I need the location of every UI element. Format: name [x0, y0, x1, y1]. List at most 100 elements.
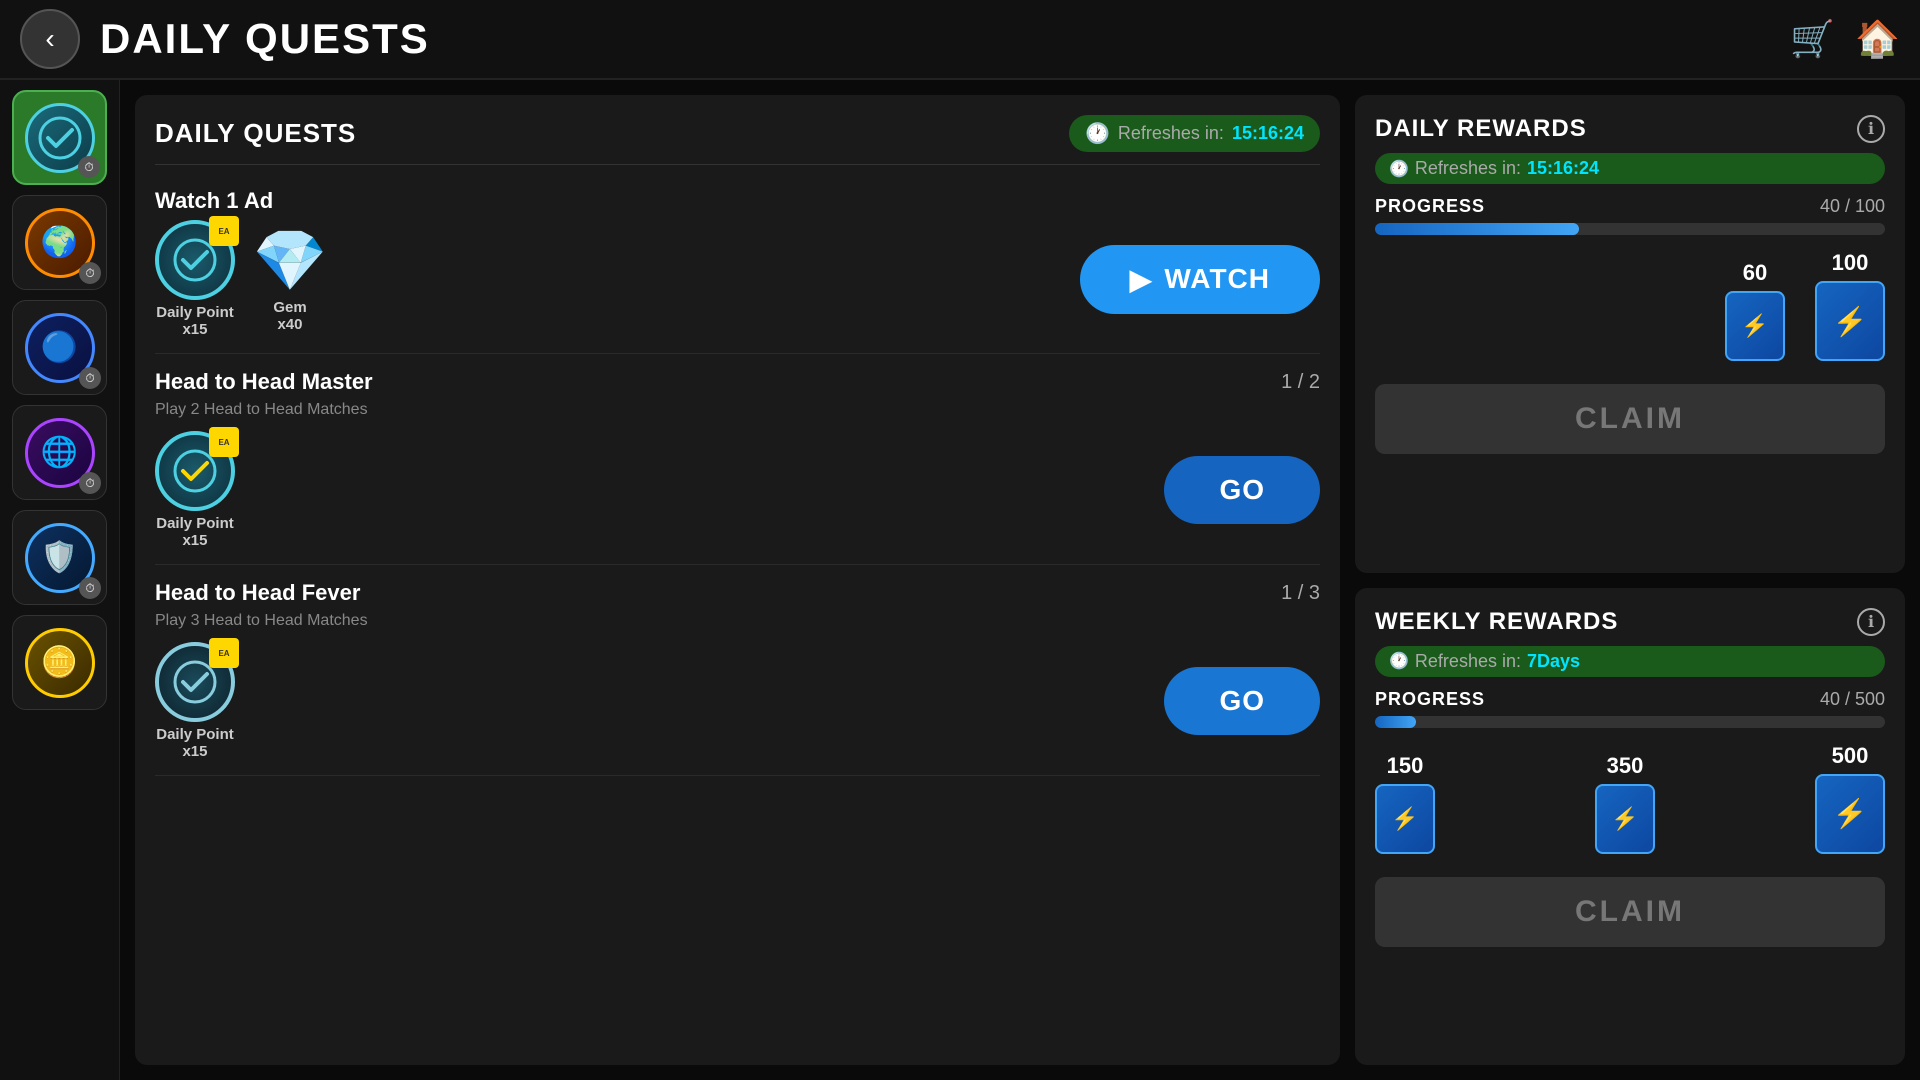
header-icons: 🛒 🏠: [1790, 18, 1900, 60]
sidebar-item-orange[interactable]: 🌍 ⏱: [12, 195, 107, 290]
quest-h2h-fever-rewards-row: EA Daily Pointx15 GO: [155, 642, 1320, 760]
reward-daily-point-3: EA Daily Pointx15: [155, 642, 235, 760]
daily-refresh-time: 15:16:24: [1527, 158, 1599, 179]
daily-refresh-label: Refreshes in:: [1415, 158, 1521, 179]
daily-rewards-refresh: 🕐 Refreshes in: 15:16:24: [1375, 153, 1885, 184]
weekly-milestone-150-label: 150: [1387, 753, 1424, 779]
daily-rewards-panel: DAILY REWARDS ℹ 🕐 Refreshes in: 15:16:24…: [1355, 95, 1905, 573]
sidebar: ⏱ 🌍 ⏱ 🔵 ⏱ 🌐 ⏱ 🛡️ ⏱ 🪙: [0, 80, 120, 1080]
quest-watch-name: Watch 1 Ad: [155, 188, 273, 214]
sidebar-item-shield[interactable]: 🛡️ ⏱: [12, 510, 107, 605]
quests-refresh-label: Refreshes in:: [1118, 123, 1224, 144]
quest-h2h-fever-name: Head to Head Fever: [155, 580, 360, 606]
weekly-clock-icon: 🕐: [1389, 651, 1409, 671]
daily-progress-bar-fill: [1375, 223, 1579, 235]
daily-pack-icon-100: [1815, 281, 1885, 361]
quests-refresh-badge: 🕐 Refreshes in: 15:16:24: [1069, 115, 1320, 152]
reward-label-gem1: Gemx40: [273, 299, 306, 333]
weekly-milestone-350-label: 350: [1607, 753, 1644, 779]
daily-rewards-header: DAILY REWARDS ℹ: [1375, 115, 1885, 143]
weekly-refresh-label: Refreshes in:: [1415, 651, 1521, 672]
quest-watch-header: Watch 1 Ad: [155, 188, 1320, 214]
quests-badge: ⏱: [78, 156, 100, 178]
weekly-rewards-header: WEEKLY REWARDS ℹ: [1375, 608, 1885, 636]
weekly-pack-icon-500: [1815, 774, 1885, 854]
weekly-progress-label: PROGRESS: [1375, 689, 1485, 710]
main-layout: ⏱ 🌍 ⏱ 🔵 ⏱ 🌐 ⏱ 🛡️ ⏱ 🪙: [0, 80, 1920, 1080]
weekly-claim-button[interactable]: CLAIM: [1375, 877, 1885, 947]
rewards-sidebar: DAILY REWARDS ℹ 🕐 Refreshes in: 15:16:24…: [1355, 95, 1905, 1065]
quest-h2h-master-desc: Play 2 Head to Head Matches: [155, 401, 1320, 419]
weekly-rewards-refresh: 🕐 Refreshes in: 7Days: [1375, 646, 1885, 677]
home-icon[interactable]: 🏠: [1855, 18, 1900, 60]
weekly-rewards-panel: WEEKLY REWARDS ℹ 🕐 Refreshes in: 7Days P…: [1355, 588, 1905, 1066]
reward-label-dp1: Daily Pointx15: [156, 304, 234, 338]
header: ‹ DAILY QUESTS 🛒 🏠: [0, 0, 1920, 80]
gold-badge-1: EA: [209, 216, 239, 246]
shield-badge: ⏱: [79, 577, 101, 599]
quests-panel-title: DAILY QUESTS: [155, 118, 356, 149]
sidebar-item-purple[interactable]: 🌐 ⏱: [12, 405, 107, 500]
daily-rewards-info-icon[interactable]: ℹ: [1857, 115, 1885, 143]
daily-progress-label-row: PROGRESS 40 / 100: [1375, 196, 1885, 217]
sidebar-item-coin[interactable]: 🪙: [12, 615, 107, 710]
weekly-progress-bar-bg: [1375, 716, 1885, 728]
weekly-progress-count: 40 / 500: [1820, 689, 1885, 710]
quest-watch-rewards-row: EA Daily Pointx15 💎 Gemx40 ▶ WATCH: [155, 220, 1320, 338]
coin-icon: 🪙: [25, 628, 95, 698]
cart-icon[interactable]: 🛒: [1790, 18, 1835, 60]
go-button-h2h-fever[interactable]: GO: [1164, 667, 1320, 735]
watch-button-label: WATCH: [1164, 263, 1270, 295]
blue-badge: ⏱: [79, 367, 101, 389]
sidebar-item-blue[interactable]: 🔵 ⏱: [12, 300, 107, 395]
daily-point-icon-3: EA: [155, 642, 235, 722]
watch-button[interactable]: ▶ WATCH: [1080, 245, 1320, 314]
quest-h2h-fever-header: Head to Head Fever 1 / 3: [155, 580, 1320, 606]
daily-progress-bar-bg: [1375, 223, 1885, 235]
quests-panel-header: DAILY QUESTS 🕐 Refreshes in: 15:16:24: [155, 115, 1320, 165]
daily-milestone-100: 100: [1815, 250, 1885, 361]
daily-claim-button[interactable]: CLAIM: [1375, 384, 1885, 454]
weekly-progress-label-row: PROGRESS 40 / 500: [1375, 689, 1885, 710]
weekly-rewards-info-icon[interactable]: ℹ: [1857, 608, 1885, 636]
quests-panel: DAILY QUESTS 🕐 Refreshes in: 15:16:24 Wa…: [135, 95, 1340, 1065]
weekly-milestone-350: 350: [1595, 753, 1655, 854]
purple-badge: ⏱: [79, 472, 101, 494]
watch-video-icon: ▶: [1130, 263, 1153, 296]
go-button-h2h-master[interactable]: GO: [1164, 456, 1320, 524]
quest-h2h-master-name: Head to Head Master: [155, 369, 373, 395]
quest-h2h-fever-desc: Play 3 Head to Head Matches: [155, 612, 1320, 630]
weekly-rewards-title: WEEKLY REWARDS: [1375, 608, 1618, 636]
quest-h2h-master-progress: 1 / 2: [1281, 371, 1320, 394]
quests-refresh-time: 15:16:24: [1232, 123, 1304, 144]
reward-gem-1: 💎 Gemx40: [255, 225, 325, 333]
sidebar-item-quests[interactable]: ⏱: [12, 90, 107, 185]
quest-h2h-fever-progress: 1 / 3: [1281, 582, 1320, 605]
back-button[interactable]: ‹: [20, 9, 80, 69]
quest-item-h2h-fever: Head to Head Fever 1 / 3 Play 3 Head to …: [155, 565, 1320, 776]
gold-badge-2: EA: [209, 427, 239, 457]
orange-badge: ⏱: [79, 262, 101, 284]
weekly-milestone-500-label: 500: [1832, 743, 1869, 769]
weekly-progress-bar-fill: [1375, 716, 1416, 728]
daily-clock-icon: 🕐: [1389, 159, 1409, 179]
weekly-pack-icon-150: [1375, 784, 1435, 854]
gold-badge-3: EA: [209, 638, 239, 668]
quest-item-h2h-master: Head to Head Master 1 / 2 Play 2 Head to…: [155, 354, 1320, 565]
reward-label-dp3: Daily Pointx15: [156, 726, 234, 760]
reward-daily-point-2: EA Daily Pointx15: [155, 431, 235, 549]
reward-daily-point-1: EA Daily Pointx15: [155, 220, 235, 338]
daily-milestone-100-label: 100: [1832, 250, 1869, 276]
gem-icon-1: 💎: [255, 225, 325, 295]
weekly-pack-icon-350: [1595, 784, 1655, 854]
daily-milestone-60-label: 60: [1743, 260, 1767, 286]
page-title: DAILY QUESTS: [100, 15, 1790, 63]
daily-milestones-row: 60 100: [1375, 250, 1885, 361]
daily-point-icon-2: EA: [155, 431, 235, 511]
daily-milestone-60: 60: [1725, 260, 1785, 361]
weekly-milestone-150: 150: [1375, 753, 1435, 854]
weekly-refresh-time: 7Days: [1527, 651, 1580, 672]
quests-clock-icon: 🕐: [1085, 121, 1110, 146]
reward-label-dp2: Daily Pointx15: [156, 515, 234, 549]
weekly-milestones-row: 150 350 500: [1375, 743, 1885, 854]
